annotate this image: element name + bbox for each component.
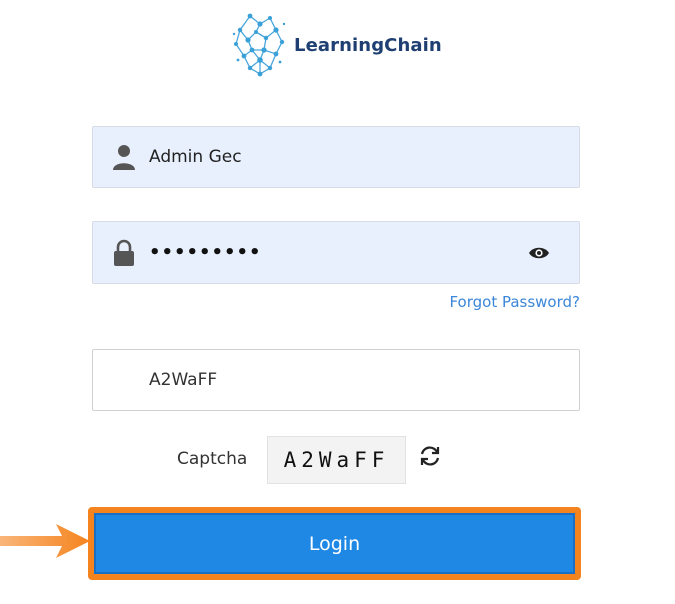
login-page: LearningChain Admin Gec ••••••••• Forgot… bbox=[0, 0, 675, 604]
captcha-label: Captcha bbox=[177, 449, 248, 469]
captcha-input[interactable]: A2WaFF bbox=[92, 349, 580, 411]
captcha-code: A2WaFF bbox=[267, 436, 406, 484]
brand-logo: LearningChain bbox=[230, 10, 442, 80]
brand-name: LearningChain bbox=[294, 34, 442, 56]
login-button[interactable]: Login bbox=[94, 513, 575, 574]
login-highlight: Login bbox=[88, 507, 581, 580]
password-field[interactable]: ••••••••• bbox=[92, 221, 580, 284]
refresh-icon[interactable] bbox=[417, 443, 443, 469]
eye-icon[interactable] bbox=[525, 240, 553, 266]
captcha-input-value[interactable]: A2WaFF bbox=[149, 370, 217, 390]
learningchain-logo-icon bbox=[232, 13, 286, 77]
forgot-password-link[interactable]: Forgot Password? bbox=[449, 293, 580, 311]
password-value[interactable]: ••••••••• bbox=[149, 242, 262, 263]
username-value[interactable]: Admin Gec bbox=[149, 147, 242, 167]
lock-icon bbox=[111, 238, 137, 268]
user-icon bbox=[111, 142, 137, 172]
arrow-right-icon bbox=[0, 524, 90, 558]
username-field[interactable]: Admin Gec bbox=[92, 126, 580, 188]
